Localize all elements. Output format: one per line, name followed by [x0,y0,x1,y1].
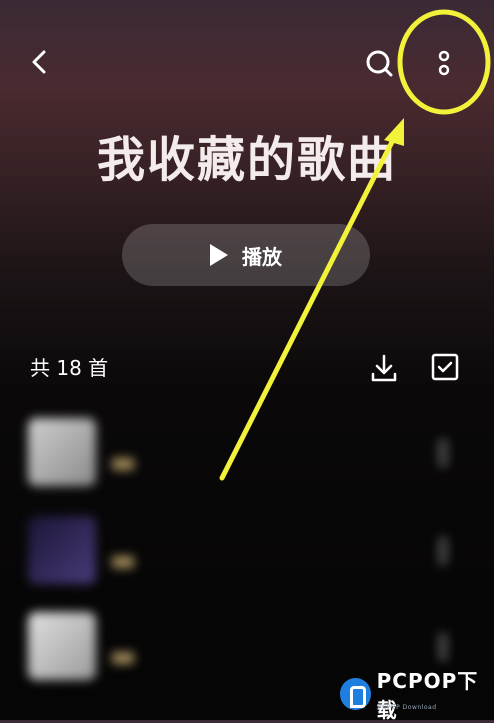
checkbox-icon [431,353,459,381]
song-subtitle [112,554,140,569]
song-subtitle [112,650,140,665]
playlist-title: 我收藏的歌曲 [96,132,397,188]
album-cover [28,612,96,680]
pcpop-logo-icon [340,678,371,710]
watermark: PCPOP下载 PCPOP Download [340,669,494,722]
chevron-left-icon [32,50,46,74]
multi-select-button[interactable] [430,352,460,382]
song-subtitle [112,456,140,471]
download-button[interactable] [368,352,400,384]
play-button[interactable]: 播放 [122,224,370,286]
play-label: 播放 [242,244,282,269]
song-count: 共 18 首 [30,356,109,380]
song-more-icon[interactable] [438,438,448,468]
song-more-icon[interactable] [438,536,448,566]
list-item[interactable] [0,412,494,492]
search-icon [366,50,393,77]
album-cover [28,516,96,584]
search-button[interactable] [360,44,400,84]
download-icon [371,354,397,382]
back-button[interactable] [22,44,58,80]
list-item[interactable] [0,510,494,590]
watermark-brand: PCPOP下载 [376,669,479,722]
more-vertical-icon [438,50,450,76]
play-icon [210,244,228,266]
album-cover [28,418,96,486]
more-options-button[interactable] [424,44,464,84]
song-more-icon[interactable] [438,632,448,662]
watermark-sub: PCPOP Download [378,704,437,711]
